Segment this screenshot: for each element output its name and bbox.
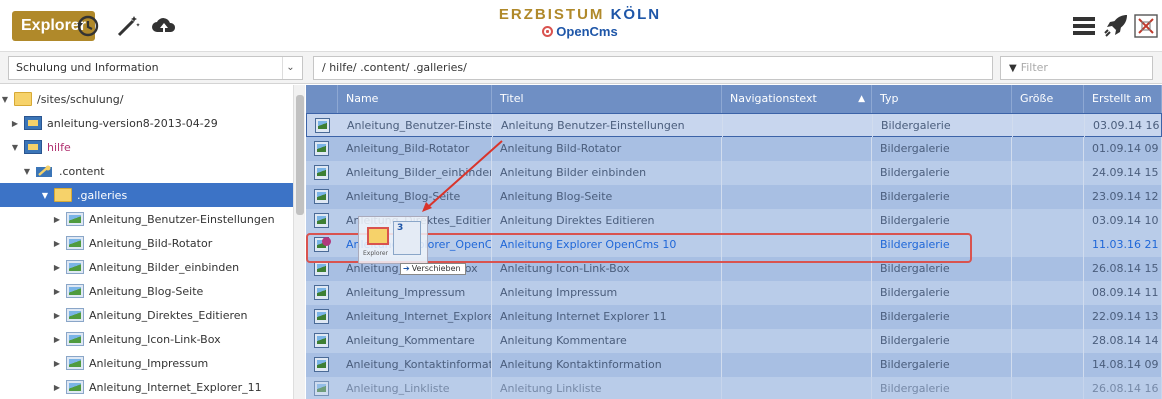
rocket-icon[interactable] xyxy=(1102,12,1130,40)
tree-item-anleitung-version8[interactable]: ▶ anleitung-version8-2013-04-29 xyxy=(0,111,293,135)
drag-ghost: 3 Explorer xyxy=(358,216,428,264)
collapsed-arrow-icon[interactable]: ▶ xyxy=(10,119,20,128)
move-tooltip: ➔ Verschieben xyxy=(400,263,466,275)
table-row[interactable]: Anleitung_Kontaktinformatioi Anleitung K… xyxy=(306,353,1162,377)
tree-item-gallery[interactable]: ▶ Anleitung_Bild-Rotator xyxy=(0,231,293,255)
gallery-icon xyxy=(314,141,329,156)
folder-icon xyxy=(14,92,32,106)
column-header-icon xyxy=(306,85,338,113)
expanded-arrow-icon[interactable]: ▼ xyxy=(0,95,10,104)
tree-item-gallery[interactable]: ▶ Anleitung_Internet_Explorer_11 xyxy=(0,375,293,399)
tree-item-gallery[interactable]: ▶ Anleitung_Blog-Seite xyxy=(0,279,293,303)
column-header-title[interactable]: Titel xyxy=(492,85,722,113)
gallery-icon xyxy=(314,309,329,324)
edit-marker-icon xyxy=(322,237,331,246)
expanded-arrow-icon[interactable]: ▼ xyxy=(40,191,50,200)
site-select-value: Schulung und Information xyxy=(16,61,159,74)
table-header: Name Titel Navigationstext ▲ Typ Größe Er… xyxy=(306,85,1162,113)
expanded-arrow-icon[interactable]: ▼ xyxy=(10,143,20,152)
collapsed-arrow-icon[interactable]: ▶ xyxy=(52,263,62,272)
gallery-icon xyxy=(66,308,84,322)
folder-tree: ▼ /sites/schulung/ ▶ anleitung-version8-… xyxy=(0,85,293,399)
tree-item-hilfe[interactable]: ▼ hilfe xyxy=(0,135,293,159)
table-row[interactable]: Anleitung_Internet_Explorer_ Anleitung I… xyxy=(306,305,1162,329)
magic-wand-icon[interactable] xyxy=(114,12,142,40)
move-arrow-icon: ➔ xyxy=(403,264,410,273)
tree-item-gallery[interactable]: ▶ Anleitung_Direktes_Editieren xyxy=(0,303,293,327)
tree-item-gallery[interactable]: ▶ Anleitung_Impressum xyxy=(0,351,293,375)
gallery-icon xyxy=(314,333,329,348)
gallery-icon xyxy=(66,212,84,226)
collapsed-arrow-icon[interactable]: ▶ xyxy=(52,287,62,296)
collapsed-arrow-icon[interactable]: ▶ xyxy=(52,335,62,344)
column-header-navigation[interactable]: Navigationstext ▲ xyxy=(722,85,872,113)
filter-placeholder: Filter xyxy=(1020,61,1048,74)
collapsed-arrow-icon[interactable]: ▶ xyxy=(52,359,62,368)
brand-title: ERZBISTUM KÖLN xyxy=(498,6,662,23)
gallery-icon xyxy=(314,189,329,204)
gallery-icon xyxy=(314,285,329,300)
column-header-name[interactable]: Name xyxy=(338,85,492,113)
gallery-icon xyxy=(66,356,84,370)
gallery-icon xyxy=(66,260,84,274)
table-row[interactable]: Anleitung_Linkliste Anleitung Linkliste … xyxy=(306,377,1162,399)
table-row[interactable]: Anleitung_Impressum Anleitung Impressum … xyxy=(306,281,1162,305)
opencms-dot-icon xyxy=(542,26,554,37)
upload-icon[interactable] xyxy=(150,12,178,40)
gallery-icon xyxy=(66,236,84,250)
table-row[interactable]: Anleitung_Bild-Rotator Anleitung Bild-Ro… xyxy=(306,137,1162,161)
gallery-icon xyxy=(66,380,84,394)
tree-scrollbar[interactable] xyxy=(293,85,305,399)
gallery-icon xyxy=(66,332,84,346)
subsite-folder-icon xyxy=(24,140,42,154)
tree-item-gallery[interactable]: ▶ Anleitung_Icon-Link-Box xyxy=(0,327,293,351)
site-select[interactable]: Schulung und Information ⌄ xyxy=(8,56,303,80)
dragged-folder-icon xyxy=(367,227,389,245)
table-row[interactable]: Anleitung_Direktes_Editieren Anleitung D… xyxy=(306,209,1162,233)
gallery-icon xyxy=(315,118,330,133)
column-header-type[interactable]: Typ xyxy=(872,85,1012,113)
gallery-icon xyxy=(314,165,329,180)
filter-bar: Schulung und Information ⌄ / hilfe/ .con… xyxy=(0,52,1162,84)
sort-ascending-icon: ▲ xyxy=(858,94,865,104)
close-app-icon[interactable] xyxy=(1132,12,1160,40)
column-header-size[interactable]: Größe xyxy=(1012,85,1084,113)
expanded-arrow-icon[interactable]: ▼ xyxy=(22,167,32,176)
table-row[interactable]: Anleitung_Bilder_einbinden Anleitung Bil… xyxy=(306,161,1162,185)
tree-item-gallery[interactable]: ▶ Anleitung_Bilder_einbinden xyxy=(0,255,293,279)
gallery-icon xyxy=(314,213,329,228)
filter-input[interactable]: ▼ Filter xyxy=(1000,56,1153,80)
scrollbar-thumb[interactable] xyxy=(296,95,304,215)
tree-item-content[interactable]: ▼ .content xyxy=(0,159,293,183)
table-row[interactable]: Anleitung_Benutzer-Einstellur Anleitung … xyxy=(306,113,1162,138)
tree-item-sites-schulung[interactable]: ▼ /sites/schulung/ xyxy=(0,87,293,111)
gallery-icon xyxy=(66,284,84,298)
chevron-down-icon[interactable]: ⌄ xyxy=(282,57,298,79)
folder-icon xyxy=(54,188,72,202)
opencms-logo: OpenCms xyxy=(490,24,670,39)
tree-item-gallery[interactable]: ▶ Anleitung_Benutzer-Einstellungen xyxy=(0,207,293,231)
collapsed-arrow-icon[interactable]: ▶ xyxy=(52,215,62,224)
collapsed-arrow-icon[interactable]: ▶ xyxy=(52,239,62,248)
table-row[interactable]: Anleitung_Kommentare Anleitung Kommentar… xyxy=(306,329,1162,353)
collapsed-arrow-icon[interactable]: ▶ xyxy=(52,311,62,320)
history-icon[interactable] xyxy=(74,12,102,40)
gallery-icon xyxy=(314,381,329,396)
subsite-folder-icon xyxy=(24,116,42,130)
table-row[interactable]: Anleitung_Blog-Seite Anleitung Blog-Seit… xyxy=(306,185,1162,209)
toolbar: Explorer ERZBISTUM KÖLN OpenCms xyxy=(0,0,1162,52)
tree-item-galleries[interactable]: ▼ .galleries xyxy=(0,183,293,207)
collapsed-arrow-icon[interactable]: ▶ xyxy=(52,383,62,392)
column-header-created[interactable]: Erstellt am xyxy=(1084,85,1162,113)
wrench-folder-icon xyxy=(36,164,54,178)
brand-logo: ERZBISTUM KÖLN OpenCms xyxy=(490,6,670,39)
path-input[interactable]: / hilfe/ .content/ .galleries/ xyxy=(313,56,993,80)
gallery-icon xyxy=(314,261,329,276)
menu-icon[interactable] xyxy=(1070,12,1098,40)
filter-funnel-icon: ▼ xyxy=(1009,63,1017,74)
gallery-icon xyxy=(314,357,329,372)
dragged-window-icon: 3 xyxy=(393,221,421,255)
